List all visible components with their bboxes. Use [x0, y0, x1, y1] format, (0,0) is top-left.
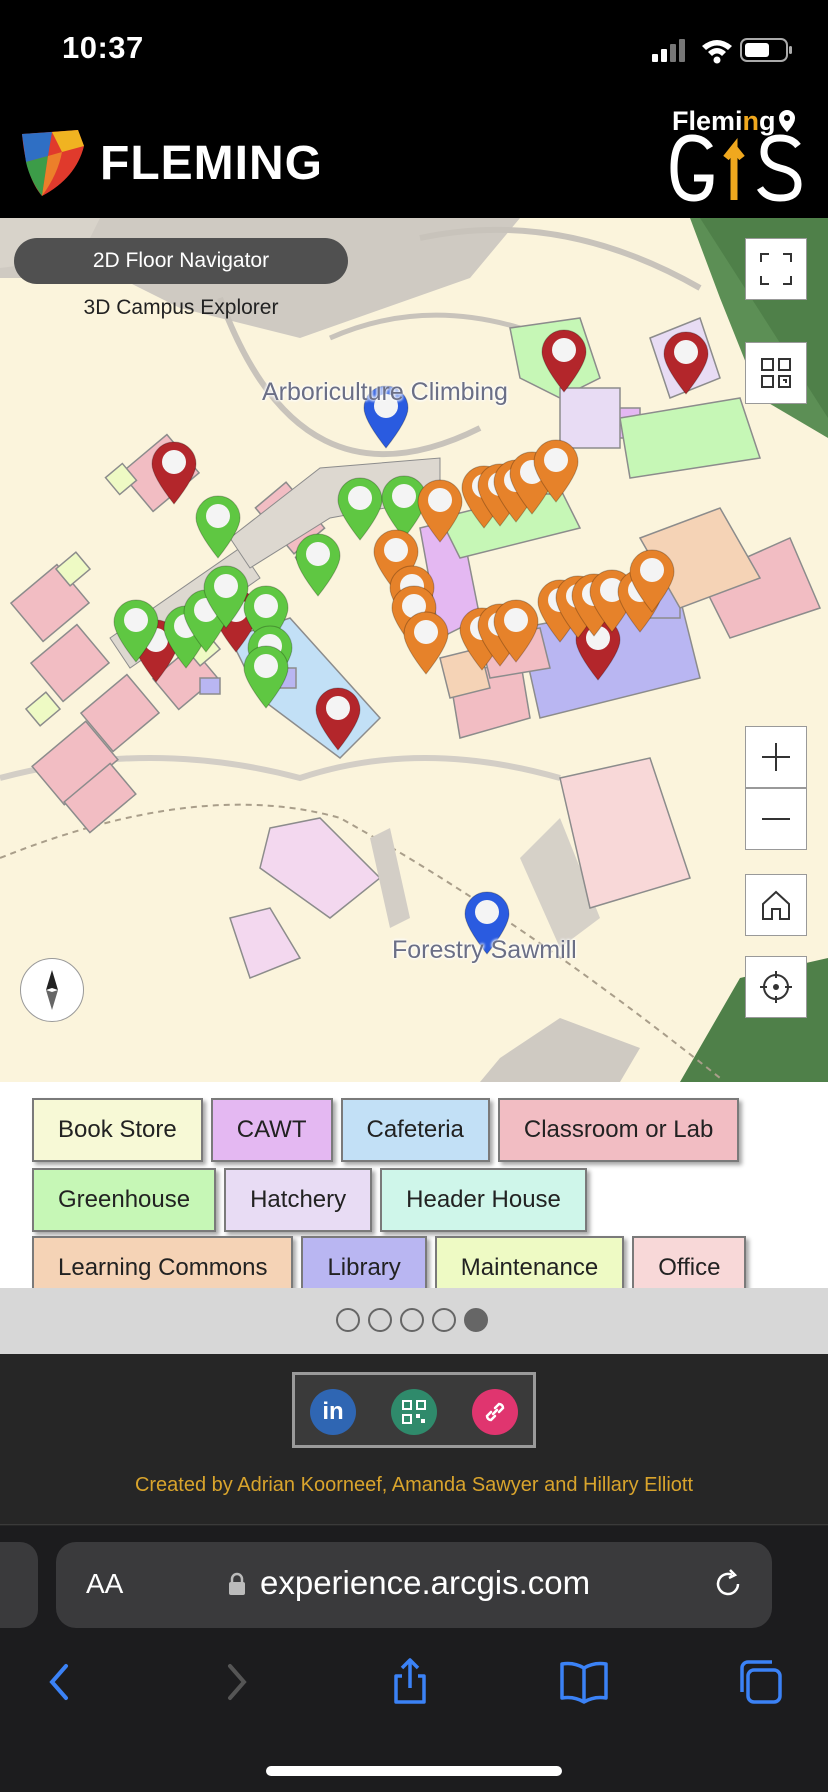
legend-item-header-house[interactable]: Header House: [380, 1168, 587, 1232]
reload-icon[interactable]: [710, 1566, 746, 1602]
legend-item-cafeteria[interactable]: Cafeteria: [340, 1098, 490, 1162]
fullscreen-button[interactable]: [745, 238, 807, 300]
back-icon[interactable]: [34, 1656, 86, 1708]
map-label-arboriculture: Arboriculture Climbing: [262, 378, 508, 406]
bookmarks-icon[interactable]: [558, 1656, 610, 1708]
zoom-out-button[interactable]: [745, 788, 807, 850]
legend-row: Learning Commons Library Maintenance Off…: [32, 1236, 747, 1288]
pager-dot[interactable]: [336, 1308, 360, 1332]
map-marker-icon[interactable]: [151, 441, 197, 505]
legend-item-label: Header House: [406, 1186, 561, 1213]
brand-wordmark: FLEMING: [100, 137, 323, 190]
forward-icon[interactable]: [210, 1656, 262, 1708]
footer: in Created by Adrian Koorneef, Amanda Sa…: [0, 1354, 828, 1526]
legend-item-book-store[interactable]: Book Store: [32, 1098, 203, 1162]
qr-button[interactable]: [745, 342, 807, 404]
divider: [0, 1524, 828, 1525]
legend-item-library[interactable]: Library: [301, 1236, 427, 1288]
reader-settings-button[interactable]: AA: [86, 1568, 123, 1600]
legend-item-label: Office: [658, 1254, 721, 1281]
app-header: FLEMING Fleming: [0, 96, 828, 218]
lock-icon: [229, 1572, 245, 1595]
zoom-in-icon: [762, 743, 790, 771]
map-marker-icon[interactable]: [403, 611, 449, 675]
qr-code-glyph: [402, 1400, 426, 1424]
browser-toolbar: [0, 1656, 828, 1736]
legend-item-label: Library: [327, 1254, 401, 1281]
home-button[interactable]: [745, 874, 807, 936]
previous-tab-peek[interactable]: [0, 1542, 38, 1628]
map-marker-icon[interactable]: [663, 331, 709, 395]
campus-explorer-link[interactable]: 3D Campus Explorer: [14, 296, 348, 326]
map-marker-icon[interactable]: [243, 645, 289, 709]
map-legend: Book Store CAWT Cafeteria Classroom or L…: [0, 1082, 828, 1288]
legend-row: Book Store CAWT Cafeteria Classroom or L…: [32, 1098, 740, 1162]
legend-pager: [0, 1288, 828, 1354]
zoom-in-button[interactable]: [745, 726, 807, 788]
home-icon: [762, 890, 790, 920]
legend-item-maintenance[interactable]: Maintenance: [434, 1236, 625, 1288]
map-marker-icon[interactable]: [295, 533, 341, 597]
legend-row: Greenhouse Hatchery Header House: [32, 1168, 587, 1232]
locate-button[interactable]: [745, 956, 807, 1018]
qr-scan-icon: [761, 358, 791, 388]
campus-map[interactable]: 2D Floor Navigator 3D Campus Explorer Ar…: [0, 218, 828, 1082]
locate-icon: [760, 971, 792, 1003]
map-label-sawmill: Forestry Sawmill: [392, 936, 577, 964]
linkedin-icon-text: in: [322, 1398, 344, 1425]
qr-code-icon[interactable]: [391, 1389, 437, 1435]
browser-chrome: AA experience.arcgis.com: [0, 1526, 828, 1792]
pager-dot[interactable]: [400, 1308, 424, 1332]
legend-item-label: Book Store: [58, 1116, 177, 1143]
link-icon[interactable]: [472, 1389, 518, 1435]
map-marker-icon[interactable]: [195, 495, 241, 559]
map-marker-icon[interactable]: [315, 687, 361, 751]
map-marker-icon[interactable]: [417, 479, 463, 543]
status-bar: 10:37: [0, 0, 828, 96]
legend-item-label: Cafeteria: [366, 1116, 464, 1143]
tabs-icon[interactable]: [734, 1656, 786, 1708]
floor-navigator-button[interactable]: 2D Floor Navigator: [14, 238, 348, 284]
legend-item-cawt[interactable]: CAWT: [210, 1098, 333, 1162]
link-glyph: [485, 1402, 505, 1422]
legend-item-label: CAWT: [236, 1116, 307, 1143]
cellular-signal-icon: [652, 39, 685, 62]
legend-item-label: Greenhouse: [58, 1186, 191, 1213]
legend-item-label: Maintenance: [460, 1254, 599, 1281]
legend-item-learning-commons[interactable]: Learning Commons: [32, 1236, 294, 1288]
url-text[interactable]: experience.arcgis.com: [260, 1564, 590, 1602]
map-marker-icon[interactable]: [541, 329, 587, 393]
gis-wordmark-graphic: [670, 134, 802, 202]
fullscreen-icon: [760, 253, 792, 285]
pager-dot[interactable]: [368, 1308, 392, 1332]
legend-item-greenhouse[interactable]: Greenhouse: [32, 1168, 217, 1232]
status-time: 10:37: [62, 30, 144, 65]
share-icon[interactable]: [384, 1656, 436, 1708]
wifi-icon: [702, 40, 732, 64]
legend-item-classroom-or-lab[interactable]: Classroom or Lab: [497, 1098, 740, 1162]
legend-item-hatchery[interactable]: Hatchery: [224, 1168, 373, 1232]
fleming-gis-logo: Fleming: [668, 106, 818, 210]
home-indicator: [266, 1766, 562, 1776]
share-panel: in: [292, 1372, 536, 1448]
legend-item-label: Classroom or Lab: [523, 1116, 714, 1143]
legend-item-label: Learning Commons: [58, 1254, 268, 1281]
compass-icon: [46, 970, 58, 1010]
address-bar[interactable]: AA experience.arcgis.com: [56, 1542, 772, 1628]
zoom-out-icon: [762, 818, 790, 820]
pager-dots: [336, 1308, 488, 1332]
battery-icon: [740, 38, 792, 62]
pager-dot[interactable]: [432, 1308, 456, 1332]
compass-button[interactable]: [20, 958, 84, 1022]
linkedin-icon[interactable]: in: [310, 1389, 356, 1435]
pager-dot[interactable]: [464, 1308, 488, 1332]
credits-text: Created by Adrian Koorneef, Amanda Sawye…: [134, 1474, 694, 1496]
fleming-shield-logo: [22, 130, 84, 196]
legend-item-office[interactable]: Office: [632, 1236, 747, 1288]
legend-item-label: Hatchery: [250, 1186, 347, 1213]
map-marker-icon[interactable]: [337, 477, 383, 541]
